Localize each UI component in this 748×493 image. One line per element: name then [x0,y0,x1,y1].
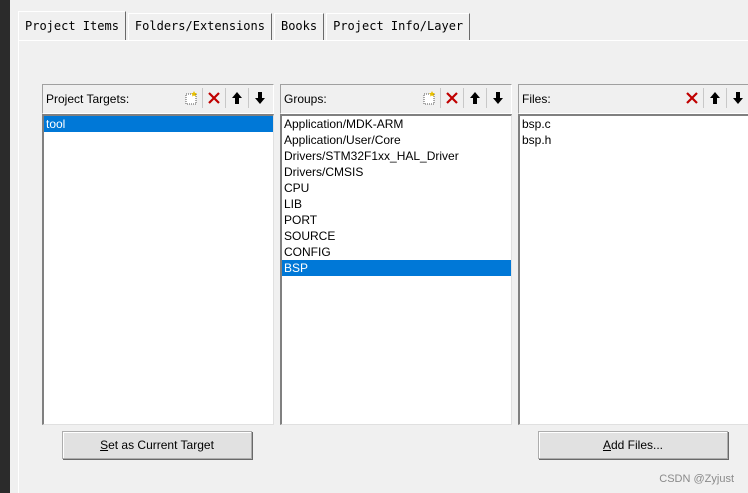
arrow-down-icon [255,92,265,104]
files-title: Files: [522,92,551,106]
files-list[interactable]: bsp.c bsp.h [518,114,748,425]
list-item[interactable]: BSP [282,260,511,276]
add-files-button[interactable]: Add Files... [538,431,728,459]
arrow-down-icon [733,92,743,104]
list-item[interactable]: LIB [282,196,511,212]
delete-group-button[interactable] [440,88,463,108]
background-strip [0,0,10,493]
new-item-icon [423,91,435,105]
button-label: et as Current Target [108,438,214,452]
tab-books[interactable]: Books [273,13,325,40]
groups-title: Groups: [284,92,327,106]
list-item[interactable]: Drivers/STM32F1xx_HAL_Driver [282,148,511,164]
files-panel: Files: bsp.c bsp.h [518,84,748,425]
project-targets-toolbar [180,88,271,108]
accelerator-key: S [100,438,109,452]
groups-list[interactable]: Application/MDK-ARM Application/User/Cor… [280,114,512,425]
list-item[interactable]: SOURCE [282,228,511,244]
list-item[interactable]: CPU [282,180,511,196]
list-item[interactable]: Application/MDK-ARM [282,116,511,132]
arrow-up-icon [232,92,242,104]
accelerator-key: A [602,438,611,452]
files-header: Files: [518,84,748,114]
groups-toolbar [418,88,509,108]
tab-project-info-layer[interactable]: Project Info/Layer [326,13,471,40]
arrow-up-icon [470,92,480,104]
project-targets-panel: Project Targets: tool [42,84,274,425]
delete-file-button[interactable] [681,88,703,108]
list-item[interactable]: Application/User/Core [282,132,511,148]
delete-icon [208,92,220,104]
project-targets-list[interactable]: tool [42,114,274,425]
move-file-up-button[interactable] [703,88,726,108]
tab-bar: Project Items Folders/Extensions Books P… [18,11,472,40]
list-item[interactable]: CONFIG [282,244,511,260]
button-label: dd Files... [610,438,664,452]
move-file-down-button[interactable] [726,88,748,108]
project-targets-header: Project Targets: [42,84,274,114]
groups-header: Groups: [280,84,512,114]
watermark: CSDN @Zyjust [659,473,734,485]
list-item[interactable]: PORT [282,212,511,228]
move-group-down-button[interactable] [486,88,509,108]
delete-icon [446,92,458,104]
arrow-up-icon [710,92,720,104]
list-item[interactable]: bsp.h [520,132,748,148]
move-target-up-button[interactable] [225,88,248,108]
new-item-icon [185,91,197,105]
project-targets-title: Project Targets: [46,92,130,106]
manage-project-items-dialog: Project Items Folders/Extensions Books P… [10,0,748,493]
tab-folders-extensions[interactable]: Folders/Extensions [127,13,272,40]
files-toolbar [681,88,748,108]
list-item[interactable]: Drivers/CMSIS [282,164,511,180]
tab-project-items[interactable]: Project Items [18,11,126,40]
set-as-current-target-button[interactable]: Set as Current Target [62,431,252,459]
new-group-button[interactable] [418,88,440,108]
list-item[interactable]: bsp.c [520,116,748,132]
delete-icon [686,92,698,104]
move-group-up-button[interactable] [463,88,486,108]
delete-target-button[interactable] [202,88,225,108]
groups-panel: Groups: Application/MDK-ARM Application/… [280,84,512,425]
list-item[interactable]: tool [44,116,273,132]
move-target-down-button[interactable] [248,88,271,108]
new-target-button[interactable] [180,88,202,108]
arrow-down-icon [493,92,503,104]
